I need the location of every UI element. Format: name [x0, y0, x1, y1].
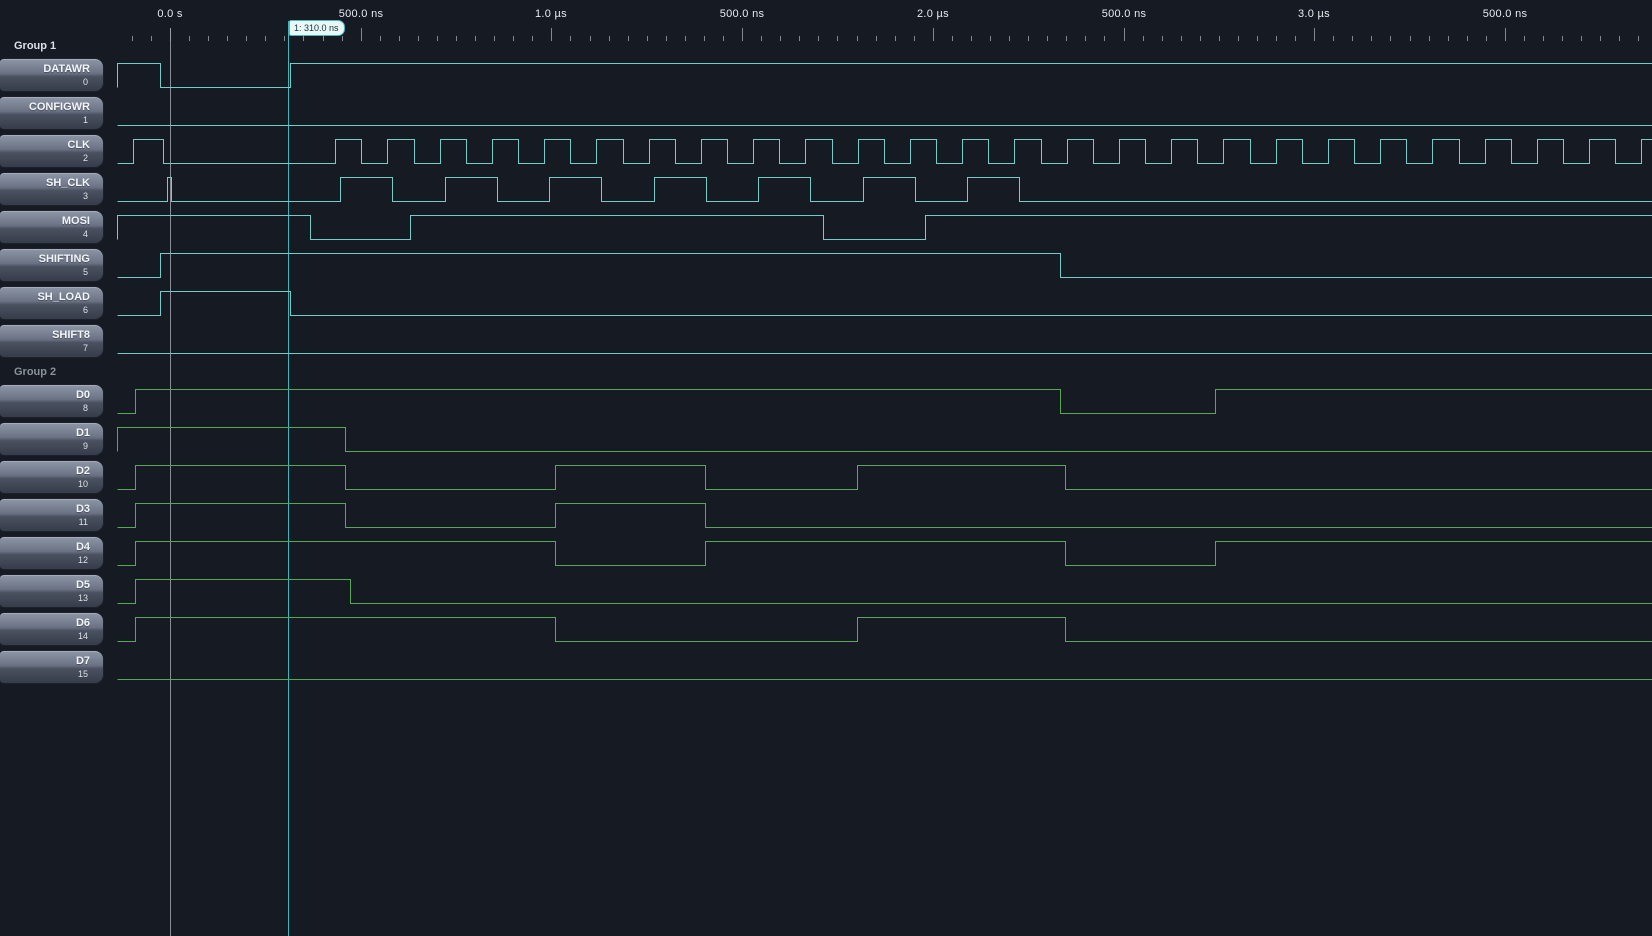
channel-name: CONFIGWR: [28, 101, 90, 113]
channel-tag-clk[interactable]: CLK 2: [0, 134, 104, 168]
channel-number: 2: [82, 153, 88, 163]
channel-name: D0: [75, 389, 90, 401]
trace-d1: [117, 427, 1652, 452]
channel-number: 5: [82, 267, 88, 277]
channel-name: CLK: [67, 139, 90, 151]
channel-tag-sh_load[interactable]: SH_LOAD 6: [0, 286, 104, 320]
ruler-label: 500.0 ns: [719, 8, 765, 20]
trace-d5: [117, 579, 1652, 604]
channel-name: D7: [75, 655, 90, 667]
channel-name: MOSI: [61, 215, 90, 227]
ruler-label: 500.0 ns: [1482, 8, 1528, 20]
trace-sh_load: [117, 291, 1652, 316]
group-header-1[interactable]: Group 1: [14, 40, 56, 53]
trace-sh_clk: [117, 177, 1652, 202]
time-marker-flag[interactable]: 1: 310.0 ns: [289, 20, 345, 36]
channel-number: 0: [82, 77, 88, 87]
channel-tag-d5[interactable]: D5 13: [0, 574, 104, 608]
channel-name: D2: [75, 465, 90, 477]
channel-number: 6: [82, 305, 88, 315]
ruler-label: 3.0 µs: [1298, 8, 1330, 20]
channel-name: SH_LOAD: [37, 291, 90, 303]
waveform-viewer-window: 0.0 s 500.0 ns 1.0 µs 500.0 ns 2.0 µs 500.0 n…: [0, 0, 1652, 936]
channel-tag-d0[interactable]: D0 8: [0, 384, 104, 418]
channel-tag-datawr[interactable]: DATAWR 0: [0, 58, 104, 92]
ruler-label: 0.0 s: [157, 8, 183, 20]
channel-number: 9: [82, 441, 88, 451]
trace-mosi: [117, 215, 1652, 240]
channel-name: SHIFTING: [38, 253, 90, 265]
trace-datawr: [117, 63, 1652, 88]
channel-tag-d6[interactable]: D6 14: [0, 612, 104, 646]
ruler-label: 500.0 ns: [338, 8, 384, 20]
channel-number: 4: [82, 229, 88, 239]
trace-shifting: [117, 253, 1652, 278]
channel-name: D3: [75, 503, 90, 515]
channel-tag-shifting[interactable]: SHIFTING 5: [0, 248, 104, 282]
channel-name: D6: [75, 617, 90, 629]
channel-number: 12: [77, 555, 88, 565]
channel-tag-mosi[interactable]: MOSI 4: [0, 210, 104, 244]
channel-tag-configwr[interactable]: CONFIGWR 1: [0, 96, 104, 130]
group-header-2[interactable]: Group 2: [14, 366, 56, 379]
channel-number: 15: [77, 669, 88, 679]
channel-tag-d4[interactable]: D4 12: [0, 536, 104, 570]
channel-tag-sh_clk[interactable]: SH_CLK 3: [0, 172, 104, 206]
trace-clk: [117, 139, 1652, 164]
channel-number: 1: [82, 115, 88, 125]
channel-name: D5: [75, 579, 90, 591]
timeline-ruler[interactable]: 0.0 s 500.0 ns 1.0 µs 500.0 ns 2.0 µs 500.0 n…: [0, 0, 1652, 42]
trace-d6: [117, 617, 1652, 642]
channel-name: DATAWR: [43, 63, 90, 75]
trace-d0: [117, 389, 1652, 414]
channel-number: 14: [77, 631, 88, 641]
channel-number: 11: [78, 517, 88, 527]
channel-tag-d2[interactable]: D2 10: [0, 460, 104, 494]
channel-number: 8: [82, 403, 88, 413]
ruler-label: 500.0 ns: [1101, 8, 1147, 20]
channel-number: 7: [82, 343, 88, 353]
channel-name: D4: [75, 541, 90, 553]
waveform-canvas[interactable]: [0, 0, 1652, 936]
channel-number: 13: [77, 593, 88, 603]
channel-number: 3: [82, 191, 88, 201]
trace-d3: [117, 503, 1652, 528]
trace-d4: [117, 541, 1652, 566]
channel-name: D1: [75, 427, 90, 439]
channel-tag-d1[interactable]: D1 9: [0, 422, 104, 456]
ruler-label: 1.0 µs: [535, 8, 567, 20]
ruler-label: 2.0 µs: [917, 8, 949, 20]
channel-name: SHIFT8: [52, 329, 90, 341]
channel-number: 10: [77, 479, 88, 489]
channel-tag-d7[interactable]: D7 15: [0, 650, 104, 684]
channel-name: SH_CLK: [45, 177, 90, 189]
trace-d2: [117, 465, 1652, 490]
channel-tag-shift8[interactable]: SHIFT8 7: [0, 324, 104, 358]
channel-tag-d3[interactable]: D3 11: [0, 498, 104, 532]
